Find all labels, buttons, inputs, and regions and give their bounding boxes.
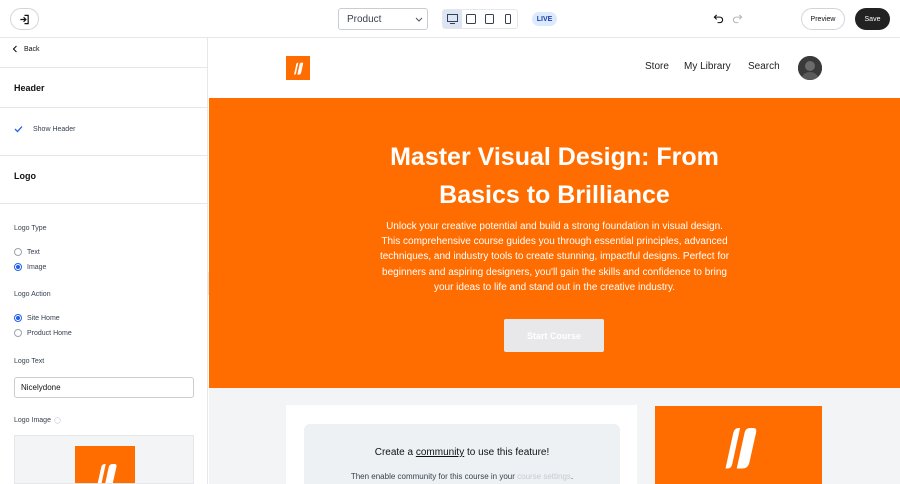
- course-thumbnail: [655, 406, 822, 484]
- community-card: Create a community to use this feature! …: [286, 405, 637, 484]
- logo-type-label: Logo Type: [14, 225, 47, 232]
- radio-selected-icon: [14, 314, 22, 322]
- notice-text: to use this feature!: [464, 447, 550, 458]
- back-label: Back: [24, 45, 40, 53]
- notice-subtext: .: [570, 472, 574, 481]
- desktop-icon: [446, 14, 458, 24]
- radio-label: Product Home: [27, 329, 72, 337]
- tablet-view-button[interactable]: [480, 10, 499, 28]
- chevron-down-icon: [415, 17, 423, 22]
- site-header: Store My Library Search: [209, 38, 900, 98]
- hero-description: Unlock your creative potential and build…: [379, 221, 730, 293]
- desktop-view-button[interactable]: [443, 10, 462, 28]
- brand-logo-icon: [725, 428, 756, 469]
- info-icon: [54, 417, 61, 424]
- laptop-view-button[interactable]: [462, 10, 481, 28]
- course-settings-link[interactable]: course settings: [517, 472, 571, 481]
- logo-action-site-home-radio[interactable]: Site Home: [14, 314, 60, 322]
- divider: [0, 107, 208, 108]
- mobile-icon: [504, 14, 511, 24]
- laptop-icon: [465, 14, 476, 24]
- brand-logo-icon: [294, 62, 304, 75]
- user-avatar-icon: [798, 56, 822, 80]
- logo-image-upload[interactable]: [14, 435, 194, 484]
- notice-text: Create a: [374, 447, 416, 458]
- logo-image-preview: [75, 446, 135, 483]
- tablet-icon: [484, 14, 494, 24]
- avatar[interactable]: [798, 56, 822, 80]
- redo-icon[interactable]: [732, 13, 743, 24]
- preview-button[interactable]: Preview: [801, 8, 845, 30]
- show-header-label: Show Header: [33, 125, 76, 133]
- divider: [0, 203, 208, 204]
- hero-title: Master Visual Design: From Basics to Bri…: [209, 138, 900, 214]
- show-header-checkbox[interactable]: Show Header: [14, 125, 75, 133]
- community-notice-title: Create a community to use this feature!: [304, 447, 620, 458]
- hero-title-line: Master Visual Design: From: [390, 143, 719, 171]
- divider: [0, 67, 208, 68]
- save-button[interactable]: Save: [855, 8, 890, 30]
- site-preview: Store My Library Search Master Visual De…: [209, 38, 900, 484]
- back-button[interactable]: Back: [12, 45, 40, 53]
- nav-search[interactable]: Search: [748, 61, 780, 72]
- community-notice-subtitle: Then enable community for this course in…: [304, 472, 620, 481]
- brand-logo-icon: [97, 464, 117, 483]
- logo-action-label: Logo Action: [14, 291, 51, 298]
- nav-store[interactable]: Store: [645, 61, 669, 72]
- radio-selected-icon: [14, 263, 22, 271]
- undo-icon[interactable]: [713, 13, 724, 24]
- chevron-left-icon: [12, 45, 17, 53]
- radio-label: Text: [27, 248, 40, 256]
- exit-button[interactable]: [10, 8, 39, 30]
- logo-section-title: Logo: [14, 171, 36, 181]
- logo-image-label-row: Logo Image: [14, 417, 61, 424]
- hero-title-line: Basics to Brilliance: [439, 181, 670, 209]
- radio-label: Image: [27, 263, 47, 271]
- logo-image-label: Logo Image: [14, 417, 51, 424]
- community-notice: Create a community to use this feature! …: [304, 424, 620, 484]
- radio-label: Site Home: [27, 314, 60, 322]
- logo-text-label: Logo Text: [14, 358, 45, 365]
- radio-icon: [14, 248, 22, 256]
- logo-text-input[interactable]: Nicelydone: [14, 377, 194, 398]
- radio-icon: [14, 329, 22, 337]
- page-type-select[interactable]: Product: [338, 8, 428, 30]
- notice-subtext: Then enable community for this course in…: [350, 472, 518, 481]
- checkmark-icon: [14, 126, 23, 133]
- site-logo[interactable]: [286, 56, 310, 80]
- logo-type-image-radio[interactable]: Image: [14, 263, 46, 271]
- editor-toolbar: Product LIVE Preview Save: [0, 0, 900, 38]
- divider: [0, 155, 208, 156]
- community-link[interactable]: community: [416, 447, 464, 458]
- settings-sidebar: Back Header Show Header Logo Logo Type T…: [0, 38, 208, 484]
- hero-section: Master Visual Design: From Basics to Bri…: [209, 98, 900, 388]
- device-switcher: [442, 9, 518, 29]
- nav-my-library[interactable]: My Library: [684, 61, 731, 72]
- logo-type-text-radio[interactable]: Text: [14, 248, 40, 256]
- page-type-value: Product: [347, 13, 382, 25]
- logo-action-product-home-radio[interactable]: Product Home: [14, 329, 72, 337]
- mobile-view-button[interactable]: [499, 10, 518, 28]
- header-section-title: Header: [14, 83, 45, 93]
- exit-icon: [20, 14, 29, 24]
- live-badge: LIVE: [532, 12, 557, 26]
- start-course-button[interactable]: Start Course: [504, 319, 604, 352]
